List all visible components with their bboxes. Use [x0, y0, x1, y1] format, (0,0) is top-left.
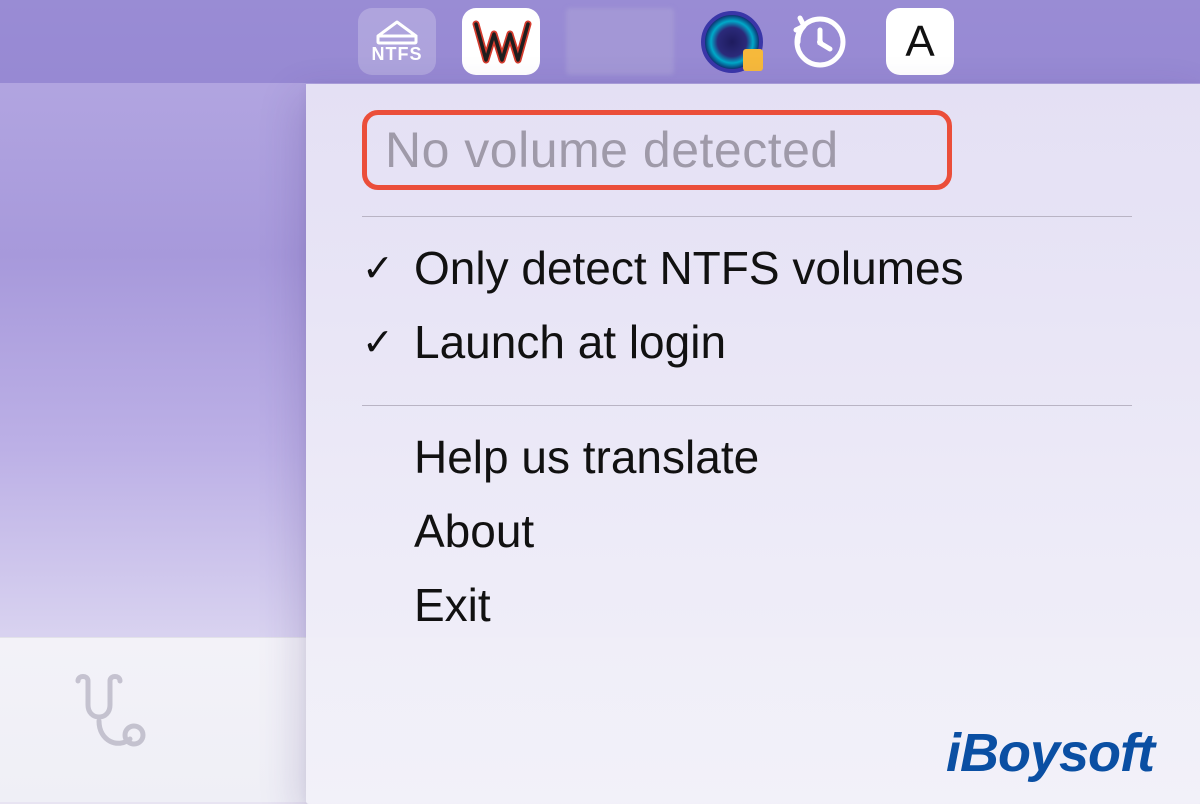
menu-item-translate[interactable]: ✓ Help us translate [362, 420, 1156, 494]
menubar-ntfs-app[interactable]: NTFS [358, 8, 436, 75]
menubar: NTFS A [0, 0, 1200, 83]
ntfs-dropdown-panel: No volume detected ✓ Only detect NTFS vo… [306, 84, 1200, 804]
menubar-timemachine[interactable] [790, 12, 850, 72]
menu-item-only-ntfs[interactable]: ✓ Only detect NTFS volumes [362, 231, 1156, 305]
menu-item-exit[interactable]: ✓ Exit [362, 568, 1156, 642]
menu-section-actions: ✓ Help us translate ✓ About ✓ Exit [362, 420, 1156, 642]
divider [362, 216, 1132, 217]
drive-icon [374, 18, 420, 46]
checkmark-icon: ✓ [362, 320, 402, 365]
status-no-volume: No volume detected [385, 121, 929, 179]
ntfs-label: NTFS [372, 44, 423, 65]
menu-item-launch-login[interactable]: ✓ Launch at login [362, 305, 1156, 379]
menubar-circle-app[interactable] [700, 8, 764, 75]
divider [362, 405, 1132, 406]
wps-icon [470, 18, 532, 66]
menu-item-label: Launch at login [414, 315, 726, 369]
menubar-a-item[interactable]: A [886, 8, 954, 75]
letter-a-label: A [905, 17, 934, 67]
checkmark-icon: ✓ [362, 246, 402, 291]
menubar-wps-app[interactable] [462, 8, 540, 75]
annotation-highlight: No volume detected [362, 110, 952, 190]
menu-item-about[interactable]: ✓ About [362, 494, 1156, 568]
timemachine-icon [790, 12, 850, 72]
menu-item-label: About [414, 504, 534, 558]
watermark: iBoysoft [946, 722, 1154, 784]
menu-section-options: ✓ Only detect NTFS volumes ✓ Launch at l… [362, 231, 1156, 379]
menu-item-label: Only detect NTFS volumes [414, 241, 964, 295]
stethoscope-icon [58, 669, 148, 764]
menu-item-label: Exit [414, 578, 491, 632]
menubar-blurred-item[interactable] [566, 8, 674, 75]
menu-item-label: Help us translate [414, 430, 759, 484]
record-icon [701, 11, 763, 73]
